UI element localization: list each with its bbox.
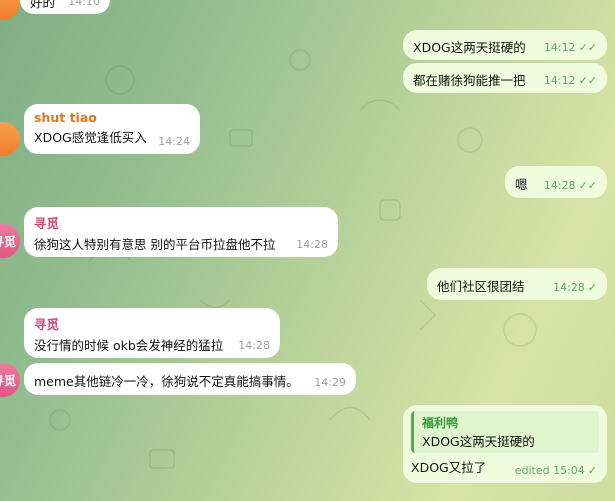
quote-text: XDOG这两天挺硬的 xyxy=(422,434,535,449)
message-text: 他们社区很团结 xyxy=(437,279,525,294)
sent-tick-icon: ✓ xyxy=(587,464,597,477)
message-text: 好的 xyxy=(30,0,56,10)
message-time: 14:24 xyxy=(158,135,190,148)
message-text: meme其他链冷一冷，徐狗说不定真能搞事情。 xyxy=(34,374,299,389)
message-bubble[interactable]: 好的 14:10 xyxy=(20,0,110,14)
message-text: XDOG感觉逢低买入 xyxy=(34,130,147,145)
sender-name[interactable]: 寻觅 xyxy=(34,213,328,232)
avatar-initials: 寻觅 xyxy=(0,234,16,249)
message-time: 14:28 xyxy=(238,339,270,352)
message-time: 14:28 xyxy=(543,179,576,192)
message-time: 14:12 xyxy=(543,74,576,87)
avatar-initials: 寻觅 xyxy=(0,373,16,388)
message-time: 14:12 xyxy=(543,41,576,54)
read-ticks-icon: ✓✓ xyxy=(578,41,597,54)
message-text: 徐狗这人特别有意思 别的平台币拉盘他不拉 xyxy=(34,237,276,252)
read-ticks-icon: ✓✓ xyxy=(578,179,597,192)
message-time: 14:28 xyxy=(296,238,328,251)
message-bubble[interactable]: 寻觅 没行情的时候 okb会发神经的猛拉 14:28 xyxy=(24,308,280,358)
message-bubble[interactable]: 寻觅 徐狗这人特别有意思 别的平台币拉盘他不拉 14:28 xyxy=(24,207,338,257)
message-bubble[interactable]: 福利鸭 XDOG这两天挺硬的 XDOG又拉了 edited 15:04 ✓ xyxy=(403,405,607,483)
sender-name[interactable]: 寻觅 xyxy=(34,314,270,333)
message-text: 没行情的时候 okb会发神经的猛拉 xyxy=(34,338,224,353)
message-time: edited 15:04 xyxy=(514,464,585,477)
message-text: XDOG这两天挺硬的 xyxy=(413,40,526,55)
message-bubble[interactable]: XDOG这两天挺硬的 14:12 ✓✓ xyxy=(403,30,607,60)
message-bubble[interactable]: shut tiao XDOG感觉逢低买入 14:24 xyxy=(24,104,200,154)
sender-name[interactable]: shut tiao xyxy=(34,110,190,125)
message-time: 14:28 xyxy=(553,281,585,294)
message-bubble[interactable]: 都在赌徐狗能推一把 14:12 ✓✓ xyxy=(403,63,607,93)
sent-tick-icon: ✓ xyxy=(587,281,597,294)
quote-sender: 福利鸭 xyxy=(422,416,459,430)
message-time: 14:10 xyxy=(68,0,100,8)
message-text: 都在赌徐狗能推一把 xyxy=(413,73,526,88)
message-text: 嗯 xyxy=(515,177,528,192)
message-text: XDOG又拉了 xyxy=(411,460,487,475)
read-ticks-icon: ✓✓ xyxy=(578,74,597,87)
message-bubble[interactable]: 嗯 14:28 ✓✓ xyxy=(505,166,607,198)
reply-quote[interactable]: 福利鸭 XDOG这两天挺硬的 xyxy=(411,411,599,453)
message-time: 14:29 xyxy=(314,376,346,389)
message-bubble[interactable]: meme其他链冷一冷，徐狗说不定真能搞事情。 14:29 xyxy=(24,363,356,395)
message-bubble[interactable]: 他们社区很团结 14:28 ✓ xyxy=(427,268,607,300)
